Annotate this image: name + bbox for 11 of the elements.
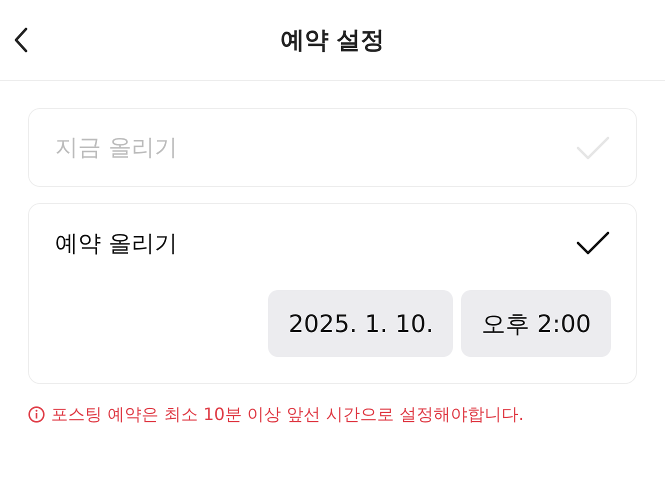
option-label: 지금 올리기	[55, 134, 178, 163]
checkmark-icon	[576, 134, 610, 160]
date-button[interactable]: 2025. 1. 10.	[268, 290, 454, 357]
info-icon	[28, 406, 45, 423]
time-button[interactable]: 오후 2:00	[461, 290, 611, 357]
error-message: 포스팅 예약은 최소 10분 이상 앞선 시간으로 설정해야합니다.	[51, 404, 524, 426]
checkmark-icon	[576, 230, 610, 256]
page-title: 예약 설정	[280, 25, 385, 56]
option-card[interactable]: 예약 올리기 2025. 1. 10. 오후 2:00	[28, 203, 637, 384]
back-icon[interactable]	[13, 26, 29, 54]
option-label: 예약 올리기	[55, 230, 178, 258]
